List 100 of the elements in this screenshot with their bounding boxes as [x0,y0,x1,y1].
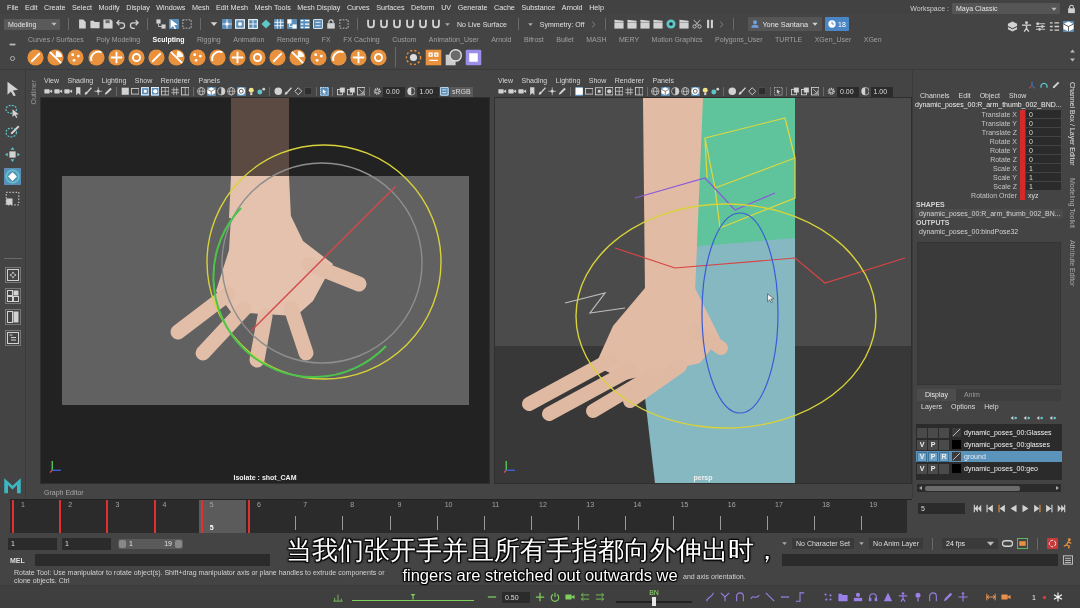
clapperboard-icon[interactable] [679,19,690,29]
dotted-square-icon[interactable] [182,19,192,29]
gear-icon[interactable] [827,87,836,96]
disc-dots-icon[interactable] [67,48,85,66]
crosshair-icon[interactable] [94,87,103,96]
s-curve-icon[interactable] [705,592,715,602]
frame-dot-icon[interactable] [594,87,603,96]
disc-dots-icon[interactable] [309,48,327,66]
circle-in-square-icon[interactable] [604,87,613,96]
down-arrow-icon[interactable] [1068,57,1076,63]
lasso-select-icon[interactable] [4,102,21,119]
square-icon[interactable] [120,87,129,96]
disc-cross-icon[interactable] [228,48,246,66]
disc-stroke-icon[interactable] [27,48,44,66]
lined-tile-icon[interactable] [313,19,323,29]
arc-icon[interactable] [1040,81,1048,89]
caret-icon[interactable] [444,20,451,28]
square-and-circle-icon[interactable] [444,48,462,66]
rotate-manipulator[interactable] [206,144,442,380]
camera-icon[interactable] [565,592,575,602]
camera-icon[interactable] [1001,592,1011,602]
frame-icon[interactable] [584,87,593,96]
brush-icon[interactable] [283,87,292,96]
lock-icon[interactable] [326,19,336,29]
hierarchy-icon[interactable] [156,19,166,29]
caret-icon[interactable] [209,19,219,29]
magnet-icon[interactable] [418,19,428,29]
sphere-icon[interactable] [273,87,282,96]
step-back-icon[interactable] [985,504,994,513]
slider-handle[interactable] [119,539,126,548]
stick-figure-icon[interactable] [898,592,908,602]
light-bulb-icon[interactable] [247,87,256,96]
sphere-icon[interactable] [727,87,736,96]
resize-square-icon[interactable] [810,87,819,96]
cube-icon[interactable] [661,87,670,96]
half-sphere-icon[interactable] [671,87,680,96]
dot-icon[interactable] [1040,593,1048,601]
gear-icon[interactable] [373,87,382,96]
script-editor-icon[interactable] [1063,555,1073,565]
caret-icon[interactable] [526,20,534,28]
redo-arrow-icon[interactable] [129,19,139,29]
command-input-field[interactable] [35,554,270,566]
arch-icon[interactable] [735,592,745,602]
empty-swatch-icon[interactable] [952,428,961,437]
brush-icon[interactable] [84,87,93,96]
disc-cross-icon[interactable] [350,48,367,66]
magnet-icon[interactable] [366,19,376,29]
wave-icon[interactable] [750,592,760,602]
sliders-icon[interactable] [1035,20,1046,32]
arrow-cursor-icon[interactable] [169,19,179,29]
dotted-square-icon[interactable] [339,19,349,29]
play-backward-icon[interactable] [1009,504,1018,513]
up-arrow-icon[interactable] [1068,48,1076,54]
magnet-icon[interactable] [379,19,389,29]
disc-ring-icon[interactable] [127,48,145,66]
pin-icon[interactable] [913,592,923,602]
pencil-icon[interactable] [1052,81,1060,89]
cross-arrows-icon[interactable] [958,592,968,602]
four-squares-icon[interactable] [614,87,623,96]
wire-sphere-icon[interactable] [681,87,690,96]
right-arrows-icon[interactable] [595,592,605,602]
outliner-layout-icon[interactable] [4,330,21,346]
rotate-tool-icon[interactable] [4,168,21,185]
brush-icon[interactable] [538,87,547,96]
step-forward-icon[interactable] [1045,504,1054,513]
frame-icon[interactable] [130,87,139,96]
folder-icon[interactable] [838,592,848,602]
disc-stroke-icon[interactable] [148,48,166,66]
headphones-icon[interactable] [868,592,878,602]
half-circle-icon[interactable] [860,87,869,96]
grid-tile-icon[interactable] [424,48,442,66]
disc-cross-icon[interactable] [107,48,125,66]
picture-tile-icon[interactable] [465,48,483,66]
disc-ring-icon[interactable] [370,48,388,66]
hand-model[interactable] [170,98,367,368]
magnet-icon[interactable] [405,19,415,29]
crosshair-icon[interactable] [548,87,557,96]
left-arrows-icon[interactable] [580,592,590,602]
select-region-icon[interactable] [774,87,783,96]
magnet-icon[interactable] [392,19,402,29]
layer-toggle[interactable] [917,427,927,438]
scale-tool-icon[interactable] [4,190,21,207]
clapperboard-icon[interactable] [653,19,664,29]
stick-figure-icon[interactable] [1021,20,1032,32]
pause-icon[interactable] [705,19,716,29]
play-icon[interactable] [1021,504,1030,513]
disc-arc-icon[interactable] [208,48,226,66]
double-arrow-icon[interactable] [986,592,996,602]
spike-icon[interactable] [883,592,893,602]
grid-icon[interactable] [624,87,633,96]
diagonal-line-icon[interactable] [765,592,775,602]
tween-slider-track[interactable] [352,593,474,601]
two-spheres-icon[interactable] [711,87,720,96]
auto-key-icon[interactable] [1047,538,1058,549]
disc-dots-icon[interactable] [188,48,206,66]
pencil-icon[interactable] [943,592,953,602]
color-swatch-icon[interactable] [952,464,961,473]
caret-icon[interactable] [858,540,866,547]
snowflake-icon[interactable] [1052,592,1063,602]
lock-icon[interactable] [1067,3,1076,14]
